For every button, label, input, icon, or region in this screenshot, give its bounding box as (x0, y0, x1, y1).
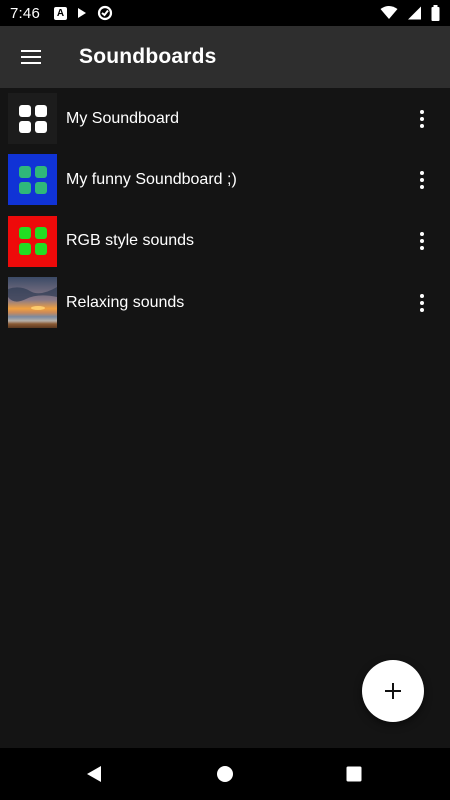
soundboard-label: Relaxing sounds (66, 293, 185, 311)
soundboard-label: RGB style sounds (66, 232, 195, 250)
back-icon (87, 766, 101, 782)
soundboard-thumbnail (8, 215, 57, 267)
soundboard-thumbnail (8, 154, 57, 206)
wifi-icon (380, 6, 398, 19)
data-saver-icon (97, 5, 113, 21)
back-button[interactable] (64, 748, 124, 800)
app-bar: Soundboards (0, 26, 450, 88)
more-vert-icon (420, 232, 424, 251)
soundboard-list: My Soundboard My funny Soundboard ;) RGB… (0, 88, 450, 333)
plus-icon (385, 683, 401, 699)
more-options-button[interactable] (410, 162, 434, 198)
sunset-beach-image (8, 277, 57, 329)
soundboard-item-rgb-style-sounds[interactable]: RGB style sounds (0, 211, 450, 272)
grid-icon (18, 227, 47, 256)
status-time: 7:46 (10, 4, 40, 22)
page-title: Soundboards (79, 45, 217, 68)
home-icon (217, 766, 233, 782)
more-options-button[interactable] (410, 285, 434, 321)
soundboard-item-relaxing-sounds[interactable]: Relaxing sounds (0, 272, 450, 333)
a-notification-letter: A (56, 7, 65, 19)
recents-icon (346, 766, 362, 782)
status-notification-icons: A (54, 5, 113, 21)
menu-button[interactable] (0, 26, 62, 88)
more-options-button[interactable] (410, 223, 434, 259)
soundboard-item-my-funny-soundboard[interactable]: My funny Soundboard ;) (0, 149, 450, 210)
navigation-bar (0, 748, 450, 800)
signal-icon (408, 6, 421, 20)
more-vert-icon (420, 109, 424, 128)
soundboard-thumbnail (8, 93, 57, 145)
more-vert-icon (420, 293, 424, 312)
more-vert-icon (420, 170, 424, 189)
a-notification-icon: A (54, 6, 67, 20)
more-options-button[interactable] (410, 101, 434, 137)
home-button[interactable] (195, 748, 255, 800)
recents-button[interactable] (324, 748, 384, 800)
grid-icon (18, 104, 47, 133)
add-soundboard-button[interactable] (362, 660, 424, 722)
play-icon (78, 8, 86, 18)
battery-icon (431, 5, 440, 21)
soundboard-thumbnail (8, 277, 57, 329)
status-system-icons (380, 5, 440, 21)
hamburger-menu-icon (21, 50, 41, 64)
soundboard-item-my-soundboard[interactable]: My Soundboard (0, 88, 450, 149)
soundboard-label: My funny Soundboard ;) (66, 170, 237, 188)
soundboard-label: My Soundboard (66, 109, 179, 127)
status-bar: 7:46 A (0, 0, 450, 26)
grid-icon (18, 165, 47, 194)
